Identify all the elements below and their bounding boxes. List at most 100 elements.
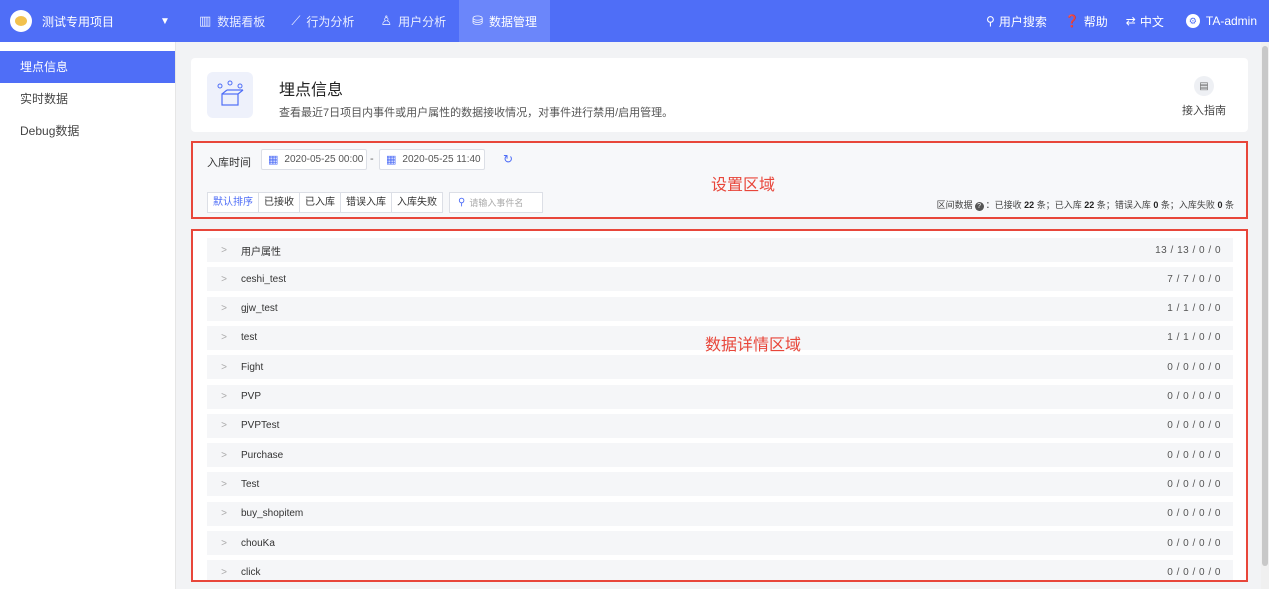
database-icon: ⛁ xyxy=(472,13,484,28)
sort-stored-button[interactable]: 已入库 xyxy=(300,193,341,212)
event-counts: 0 / 0 / 0 / 0 xyxy=(1167,420,1221,432)
user-icon: ♙ xyxy=(380,13,393,28)
received-label: 已接收 xyxy=(994,200,1022,210)
page-title: 埋点信息 xyxy=(279,82,344,99)
tab-user-analysis[interactable]: ♙ 用户分析 xyxy=(367,0,459,42)
event-row[interactable]: > click 0 / 0 / 0 / 0 xyxy=(207,560,1233,580)
failed-label: 入库失败 xyxy=(1178,200,1215,210)
trend-icon: ⟋ xyxy=(291,13,301,28)
integration-guide-button[interactable]: ▤ 接入指南 xyxy=(1182,76,1226,118)
logo-icon[interactable] xyxy=(0,0,42,42)
guide-label: 接入指南 xyxy=(1182,105,1226,117)
event-name: PVP xyxy=(241,391,262,402)
sidebar-item-debug-data[interactable]: Debug数据 xyxy=(0,115,175,147)
search-icon: ⚲ xyxy=(986,14,995,28)
stored-count: 22 xyxy=(1084,200,1095,210)
chevron-right-icon[interactable]: > xyxy=(207,391,241,402)
ingest-time-label: 入库时间 xyxy=(207,157,251,169)
sort-received-button[interactable]: 已接收 xyxy=(259,193,300,212)
detail-area-title: 数据详情区域 xyxy=(705,337,802,354)
event-counts: 7 / 7 / 0 / 0 xyxy=(1167,273,1221,285)
project-selector[interactable]: 测试专用项目 ▼ xyxy=(42,13,182,30)
tab-data-management[interactable]: ⛁ 数据管理 xyxy=(459,0,551,42)
language-switch[interactable]: ⇄ 中文 xyxy=(1126,13,1164,30)
chevron-right-icon[interactable]: > xyxy=(207,274,241,285)
event-name: 用户属性 xyxy=(241,246,281,258)
calendar-icon: ▦ xyxy=(268,154,279,166)
top-nav-bar: 测试专用项目 ▼ ▥ 数据看板 ⟋ 行为分析 ♙ 用户分析 ⛁ 数据管理 ⚲ 用… xyxy=(0,0,1269,42)
tab-label: 用户分析 xyxy=(398,14,447,29)
end-date-value: 2020-05-25 11:40 xyxy=(402,154,481,165)
event-row[interactable]: > 用户属性 13 / 13 / 0 / 0 xyxy=(207,238,1233,262)
chevron-right-icon[interactable]: > xyxy=(207,245,241,256)
event-name: buy_shopitem xyxy=(241,508,304,520)
tracking-cube-icon xyxy=(207,72,253,118)
refresh-icon[interactable]: ↻ xyxy=(503,152,513,166)
sidebar-item-realtime-data[interactable]: 实时数据 xyxy=(0,83,175,115)
unit-label: 条 xyxy=(1224,200,1234,210)
failed-count: 0 xyxy=(1217,200,1223,210)
event-counts: 0 / 0 / 0 / 0 xyxy=(1167,508,1221,520)
tab-dashboard[interactable]: ▥ 数据看板 xyxy=(186,0,278,42)
help-label: 帮助 xyxy=(1083,14,1108,29)
stats-prefix: 区间数据 xyxy=(936,200,973,210)
sidebar-item-tracking-info[interactable]: 埋点信息 xyxy=(0,51,175,83)
chevron-right-icon[interactable]: > xyxy=(207,420,241,431)
event-counts: 1 / 1 / 0 / 0 xyxy=(1167,303,1221,315)
event-row[interactable]: > PVPTest 0 / 0 / 0 / 0 xyxy=(207,413,1233,438)
project-name: 测试专用项目 xyxy=(42,14,115,29)
event-name: PVPTest xyxy=(241,420,280,432)
event-name: gjw_test xyxy=(241,303,278,315)
chevron-right-icon[interactable]: > xyxy=(207,303,241,314)
page-scrollbar[interactable] xyxy=(1261,42,1269,589)
chevron-right-icon[interactable]: > xyxy=(207,508,241,519)
chevron-right-icon[interactable]: > xyxy=(207,362,241,373)
event-name: click xyxy=(241,566,261,578)
end-date-picker[interactable]: ▦ 2020-05-25 11:40 xyxy=(379,149,485,170)
page-description: 查看最近7日项目内事件或用户属性的数据接收情况，对事件进行禁用/启用管理。 xyxy=(279,107,674,119)
received-count: 22 xyxy=(1024,200,1035,210)
chevron-right-icon[interactable]: > xyxy=(207,450,241,461)
settings-area: 入库时间 ▦ 2020-05-25 00:00 - ▦ 2020-05-25 1… xyxy=(191,141,1248,219)
event-row[interactable]: > gjw_test 1 / 1 / 0 / 0 xyxy=(207,296,1233,321)
calendar-icon: ▦ xyxy=(386,154,397,166)
help-link[interactable]: ❓ 帮助 xyxy=(1065,13,1108,30)
top-right-actions: ⚲ 用户搜索 ❓ 帮助 ⇄ 中文 ⚙ TA-admin xyxy=(968,13,1269,30)
scrollbar-thumb[interactable] xyxy=(1262,46,1268,566)
stored-label: 已入库 xyxy=(1054,200,1082,210)
event-row[interactable]: > buy_shopitem 0 / 0 / 0 / 0 xyxy=(207,501,1233,526)
user-search-label: 用户搜索 xyxy=(998,14,1047,29)
chevron-right-icon[interactable]: > xyxy=(207,567,241,578)
event-row[interactable]: > Test 0 / 0 / 0 / 0 xyxy=(207,472,1233,497)
settings-area-title: 设置区域 xyxy=(711,177,776,194)
event-name: Purchase xyxy=(241,449,284,461)
event-search-input[interactable]: ⚲ 请输入事件名 xyxy=(449,192,543,213)
tab-behavior-analysis[interactable]: ⟋ 行为分析 xyxy=(278,0,367,42)
event-row[interactable]: > chouKa 0 / 0 / 0 / 0 xyxy=(207,531,1233,555)
sort-failed-button[interactable]: 入库失败 xyxy=(392,193,442,212)
sort-default-button[interactable]: 默认排序 xyxy=(208,193,259,212)
error-count: 0 xyxy=(1153,200,1159,210)
event-row[interactable]: > ceshi_test 7 / 7 / 0 / 0 xyxy=(207,267,1233,292)
page-header-card: 埋点信息 查看最近7日项目内事件或用户属性的数据接收情况，对事件进行禁用/启用管… xyxy=(191,58,1248,132)
event-name: ceshi_test xyxy=(241,273,287,285)
event-counts: 0 / 0 / 0 / 0 xyxy=(1167,478,1221,490)
event-row[interactable]: > Fight 0 / 0 / 0 / 0 xyxy=(207,355,1233,380)
user-search-link[interactable]: ⚲ 用户搜索 xyxy=(986,13,1047,30)
unit-label: 条 xyxy=(1096,200,1106,210)
event-counts: 0 / 0 / 0 / 0 xyxy=(1167,391,1221,402)
event-row[interactable]: > Purchase 0 / 0 / 0 / 0 xyxy=(207,443,1233,468)
chevron-right-icon[interactable]: > xyxy=(207,538,241,549)
start-date-value: 2020-05-25 00:00 xyxy=(284,154,364,165)
tab-label: 数据看板 xyxy=(217,14,266,29)
chevron-right-icon[interactable]: > xyxy=(207,332,241,343)
start-date-picker[interactable]: ▦ 2020-05-25 00:00 xyxy=(261,149,367,170)
help-icon[interactable]: ? xyxy=(974,202,984,211)
event-row[interactable]: > PVP 0 / 0 / 0 / 0 xyxy=(207,384,1233,409)
help-icon: ❓ xyxy=(1064,14,1080,28)
chevron-right-icon[interactable]: > xyxy=(207,479,241,490)
user-menu[interactable]: ⚙ TA-admin xyxy=(1185,14,1257,28)
error-label: 错误入库 xyxy=(1114,200,1151,210)
event-name: chouKa xyxy=(241,537,275,549)
sort-error-button[interactable]: 错误入库 xyxy=(341,193,392,212)
